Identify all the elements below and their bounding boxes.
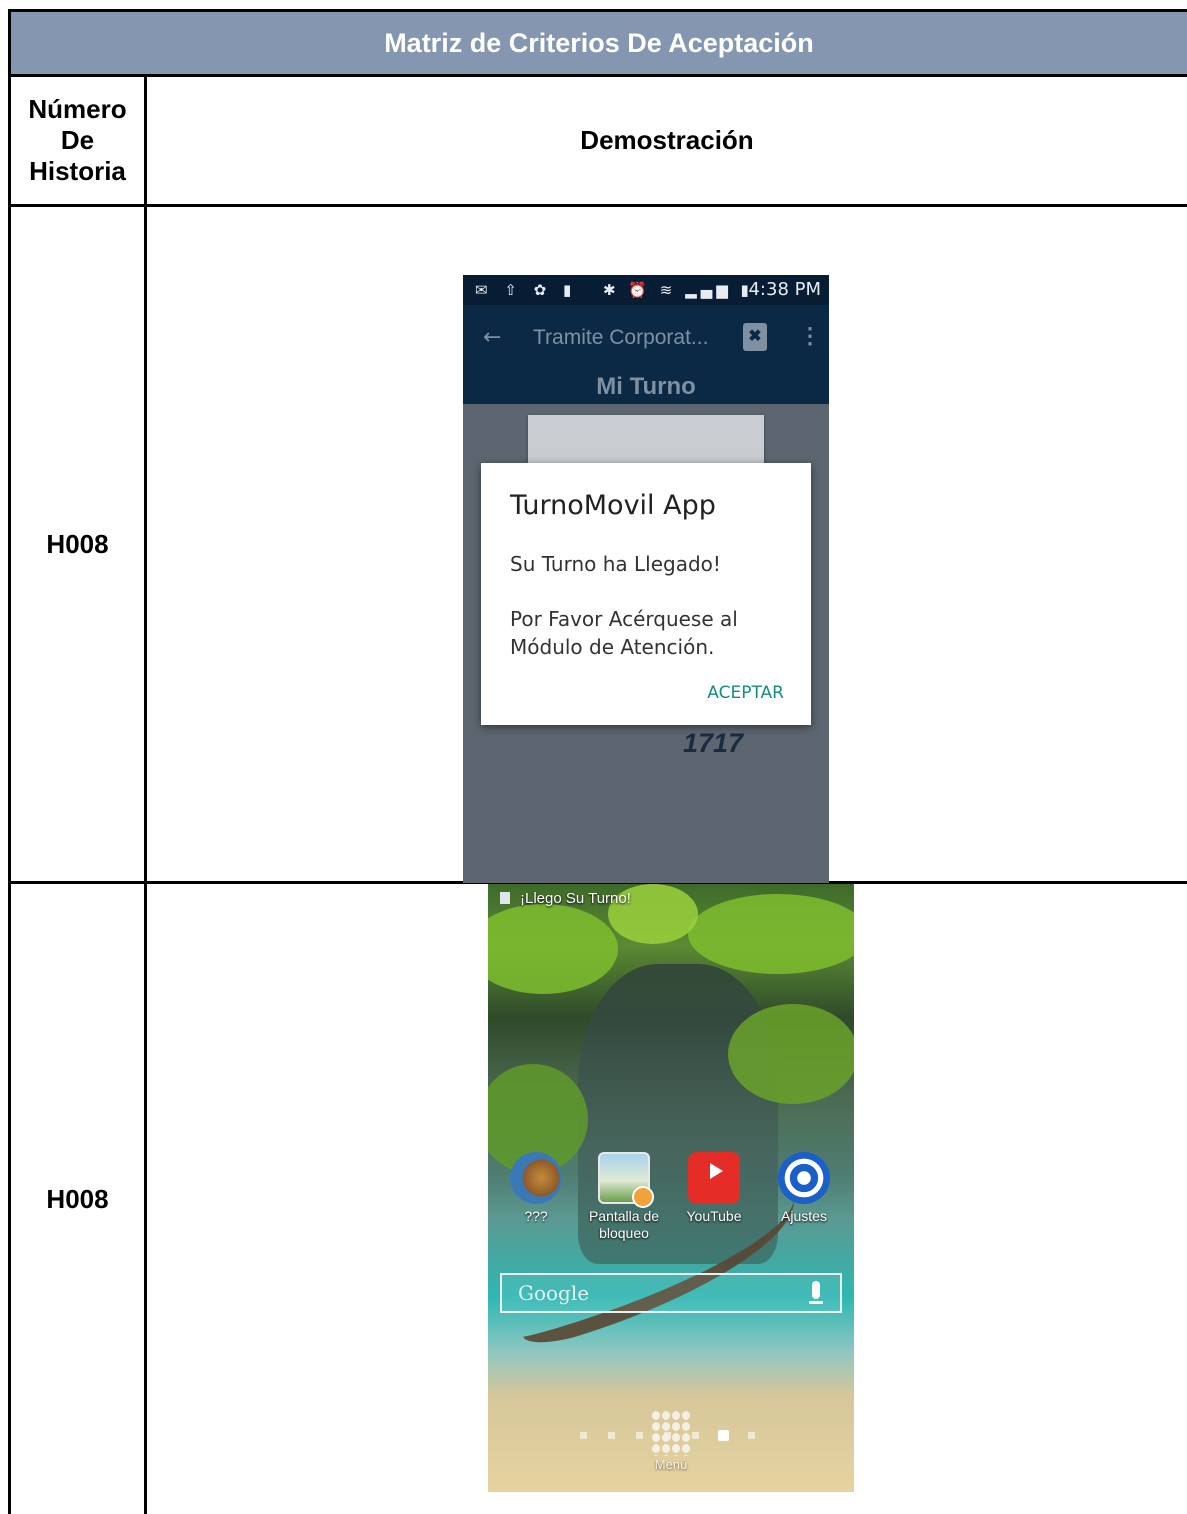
app-label: ???: [524, 1208, 548, 1224]
dialog-title: TurnoMovil App: [510, 490, 716, 521]
app-shortcut[interactable]: Pantalla de bloqueo: [584, 1152, 664, 1242]
wallpaper-leaves: [488, 904, 618, 994]
apps-menu-button[interactable]: Menú: [643, 1410, 699, 1474]
home-page-dot: [748, 1432, 755, 1439]
divider: [144, 74, 147, 1514]
screen-subtitle: Mi Turno: [596, 373, 696, 400]
table-title-bar: Matriz de Criterios De Aceptación: [8, 9, 1187, 74]
lion-icon: [510, 1152, 562, 1204]
header-story-number: Número De Historia: [11, 77, 144, 204]
story-number: H008: [46, 528, 109, 559]
microphone-icon[interactable]: [809, 1281, 823, 1304]
table-title: Matriz de Criterios De Aceptación: [384, 27, 814, 58]
app-shortcut[interactable]: ???: [496, 1152, 576, 1225]
youtube-icon: [688, 1152, 740, 1204]
story-number-cell: H008: [11, 884, 144, 1514]
dialog-message: Su Turno ha Llegado!: [510, 552, 721, 576]
header-story-number-line: De: [60, 125, 95, 155]
app-shortcut[interactable]: YouTube: [674, 1152, 754, 1225]
google-logo: Google: [518, 1281, 590, 1305]
app-label: bloqueo: [599, 1225, 649, 1241]
wallpaper-leaves: [688, 894, 854, 974]
story-number: H008: [46, 1183, 109, 1214]
app-bar: ← Tramite Corporat... ✖ ⋮ Mi Turno: [463, 305, 829, 404]
header-demo-label: Demostración: [580, 125, 754, 155]
google-search-widget[interactable]: Google: [500, 1273, 842, 1313]
back-arrow-icon[interactable]: ←: [483, 325, 501, 350]
app-label: Pantalla de: [588, 1208, 660, 1224]
story-number-cell: H008: [11, 207, 144, 881]
notification-ticker: ¡Llego Su Turno!: [500, 890, 631, 907]
notification-icon: [500, 892, 510, 904]
cancel-ticket-icon[interactable]: ✖: [743, 323, 767, 351]
page-dot: [608, 1432, 615, 1439]
dialog-message: Por Favor Acérquese al: [510, 607, 738, 631]
header-demo: Demostración: [147, 77, 1187, 204]
menu-label: Menú: [654, 1457, 688, 1472]
app-bar-title: Tramite Corporat...: [533, 326, 709, 349]
system-icons: ✱ ⏰ ≋ ▂▄▆ ▮: [603, 281, 753, 299]
app-label: YouTube: [686, 1208, 742, 1224]
page-dot: [636, 1432, 643, 1439]
accept-button[interactable]: ACEPTAR: [707, 683, 784, 703]
app-label: Ajustes: [781, 1208, 827, 1224]
dialog-message: Módulo de Atención.: [510, 635, 715, 659]
notification-icons: ✉ ⇧ ✿ ▮: [475, 281, 578, 299]
more-options-icon[interactable]: ⋮: [799, 323, 821, 349]
phone-screenshot-home: ¡Llego Su Turno! ??? Pantalla de bloqueo…: [488, 884, 854, 1492]
status-time: 4:38 PM: [748, 279, 821, 300]
phone-screenshot-dialog: ✉ ⇧ ✿ ▮ ✱ ⏰ ≋ ▂▄▆ ▮ 4:38 PM ← Tramite Co…: [463, 275, 829, 883]
lock-screen-icon: [598, 1152, 654, 1208]
apps-grid-icon: [651, 1410, 691, 1456]
page-dot-active: [718, 1430, 729, 1441]
divider: [8, 204, 1187, 207]
app-shortcut[interactable]: Ajustes: [764, 1152, 844, 1225]
status-bar: ✉ ⇧ ✿ ▮ ✱ ⏰ ≋ ▂▄▆ ▮ 4:38 PM: [463, 275, 829, 305]
wallpaper-leaves: [728, 1004, 854, 1104]
ticket-number: 1717: [683, 728, 744, 758]
page-dot: [580, 1432, 587, 1439]
notification-text: ¡Llego Su Turno!: [520, 890, 631, 907]
settings-icon: [778, 1152, 830, 1204]
header-story-number-line: Número: [28, 94, 127, 124]
alert-dialog: TurnoMovil App Su Turno ha Llegado! Por …: [481, 463, 811, 725]
header-story-number-line: Historia: [29, 156, 126, 186]
